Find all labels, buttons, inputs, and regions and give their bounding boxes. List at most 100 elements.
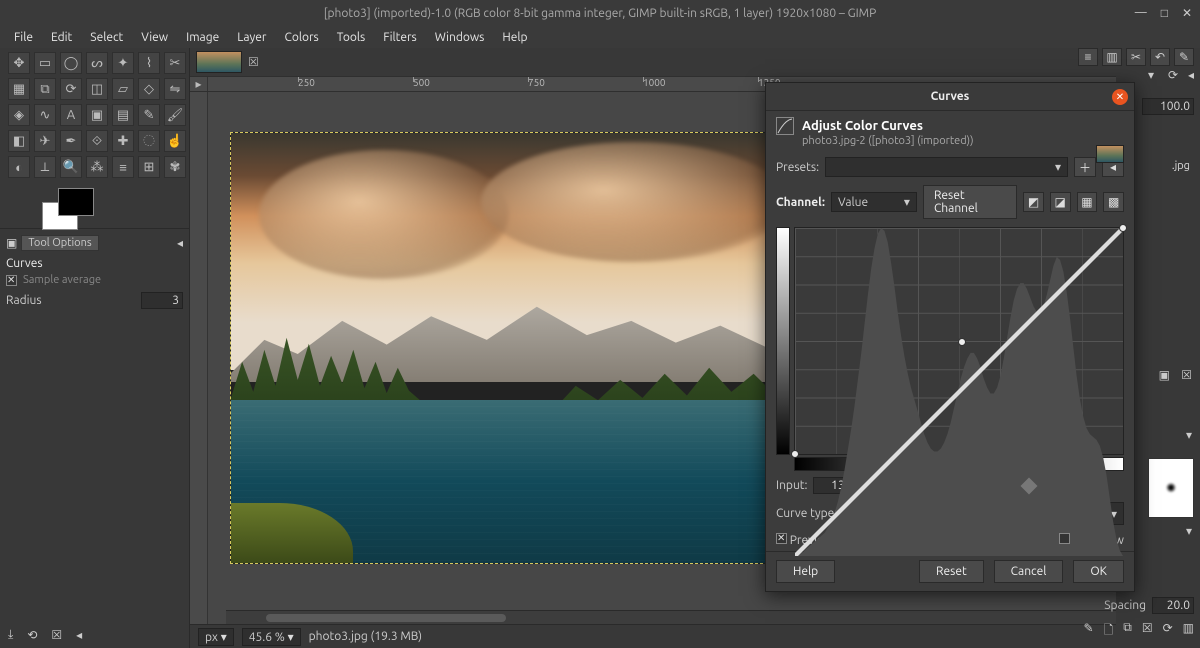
- ok-button[interactable]: OK: [1073, 560, 1124, 583]
- tool-eraser-icon[interactable]: ◧: [8, 130, 30, 152]
- tool-text-icon[interactable]: A: [60, 104, 82, 126]
- linear-hist-icon[interactable]: ◩: [1023, 192, 1044, 212]
- chevron-down-icon[interactable]: ▾: [1148, 68, 1154, 82]
- tool-mypaint-icon[interactable]: ✾: [164, 156, 186, 178]
- tool-foreground-icon[interactable]: ▦: [8, 78, 30, 100]
- tool-ellipse-select-icon[interactable]: ◯: [60, 52, 82, 74]
- curve-point-mid[interactable]: [958, 338, 966, 346]
- tool-move-icon[interactable]: ✥: [8, 52, 30, 74]
- presets-select[interactable]: ▾: [825, 157, 1068, 177]
- menu-image[interactable]: Image: [178, 29, 227, 46]
- tool-scissors-icon[interactable]: ✂: [164, 52, 186, 74]
- sample-average-checkbox[interactable]: [6, 275, 17, 286]
- tool-smudge-icon[interactable]: ☝: [164, 130, 186, 152]
- tool-paintbrush-icon[interactable]: 🖌: [164, 104, 186, 126]
- ruler-vertical[interactable]: [190, 92, 208, 624]
- menu-file[interactable]: File: [6, 29, 41, 46]
- save-options-icon[interactable]: ⤓: [8, 628, 13, 642]
- rb-dup-icon[interactable]: ⧉: [1123, 621, 1132, 642]
- tool-colorpicker-icon[interactable]: ⁂: [86, 156, 108, 178]
- tool-lasso-icon[interactable]: ᔕ: [86, 52, 108, 74]
- rb-del-icon[interactable]: ☒: [1142, 621, 1153, 642]
- radius-input[interactable]: 3: [141, 292, 183, 309]
- curves-plot[interactable]: [794, 227, 1124, 455]
- tool-airbrush-icon[interactable]: ✈: [34, 130, 56, 152]
- tool-path-icon[interactable]: ⌇: [138, 52, 160, 74]
- preset-add-icon[interactable]: ＋: [1074, 157, 1096, 177]
- tool-shear-icon[interactable]: ▱: [112, 78, 134, 100]
- hist-b-icon[interactable]: ▩: [1103, 192, 1124, 212]
- tool-blur-icon[interactable]: ◌: [138, 130, 160, 152]
- reset-channel-button[interactable]: Reset Channel: [923, 185, 1017, 219]
- tool-gradient-icon[interactable]: ▤: [112, 104, 134, 126]
- tool-fuzzy-select-icon[interactable]: ✦: [112, 52, 134, 74]
- curve-point-end[interactable]: [1119, 224, 1127, 232]
- tool-cage-icon[interactable]: ◈: [8, 104, 30, 126]
- reset-button[interactable]: Reset: [919, 560, 984, 583]
- fg-color-icon[interactable]: [58, 188, 94, 216]
- right-value-input[interactable]: 100.0: [1142, 98, 1194, 115]
- right-chevron-icon[interactable]: ▾: [1186, 428, 1192, 442]
- rb-new-icon[interactable]: 🗋: [1104, 621, 1114, 642]
- menu-colors[interactable]: Colors: [276, 29, 326, 46]
- menu-select[interactable]: Select: [82, 29, 131, 46]
- hist-a-icon[interactable]: ▦: [1077, 192, 1098, 212]
- window-maximize-icon[interactable]: □: [1161, 6, 1168, 20]
- unit-select[interactable]: px ▾: [198, 628, 234, 646]
- curve-line[interactable]: [795, 228, 1123, 556]
- menu-view[interactable]: View: [133, 29, 176, 46]
- image-tab-thumb[interactable]: [196, 51, 242, 73]
- rb-edit-icon[interactable]: ✎: [1084, 621, 1094, 642]
- right-tab-2-icon[interactable]: ▥: [1102, 48, 1122, 66]
- refresh-icon[interactable]: ⟳: [1168, 68, 1178, 82]
- log-hist-icon[interactable]: ◪: [1050, 192, 1071, 212]
- tool-crop-icon[interactable]: ⧉: [34, 78, 56, 100]
- tool-heal-icon[interactable]: ✚: [112, 130, 134, 152]
- help-button[interactable]: Help: [776, 560, 835, 583]
- reset-options-icon[interactable]: ◂: [76, 628, 82, 642]
- tool-rotate-icon[interactable]: ⟳: [60, 78, 82, 100]
- right-tab-1-icon[interactable]: ≡: [1078, 48, 1098, 66]
- right-close-icon[interactable]: ☒: [1181, 368, 1192, 382]
- curve-point-start[interactable]: [791, 450, 799, 458]
- scrollbar-horizontal[interactable]: [226, 610, 1116, 624]
- delete-options-icon[interactable]: ☒: [51, 628, 62, 642]
- configure-tab-icon[interactable]: ◂: [177, 236, 183, 250]
- window-minimize-icon[interactable]: —: [1135, 6, 1147, 20]
- tool-rect-select-icon[interactable]: ▭: [34, 52, 56, 74]
- preview-checkbox[interactable]: [776, 533, 787, 544]
- rb-open-icon[interactable]: ▥: [1183, 621, 1194, 642]
- menu-filters[interactable]: Filters: [375, 29, 424, 46]
- menu-windows[interactable]: Windows: [427, 29, 493, 46]
- image-tab-close-icon[interactable]: ☒: [248, 55, 259, 69]
- color-swatch[interactable]: [40, 188, 100, 228]
- zoom-select[interactable]: 45.6 % ▾: [242, 628, 301, 646]
- restore-options-icon[interactable]: ⟲: [27, 628, 37, 642]
- right-brush-icon[interactable]: ✎: [1174, 48, 1194, 66]
- channel-select[interactable]: Value▾: [831, 192, 917, 212]
- menu-tools[interactable]: Tools: [329, 29, 374, 46]
- ruler-origin-icon[interactable]: ▸: [190, 77, 208, 91]
- tool-zoom-icon[interactable]: 🔍: [60, 156, 82, 178]
- tool-scale-icon[interactable]: ◫: [86, 78, 108, 100]
- splitview-checkbox[interactable]: [1059, 533, 1070, 544]
- right-undo-icon[interactable]: ↶: [1150, 48, 1170, 66]
- spacing-input[interactable]: 20.0: [1152, 597, 1194, 614]
- brush-preview[interactable]: ✺: [1148, 458, 1194, 518]
- rb-refresh-icon[interactable]: ⟳: [1163, 621, 1173, 642]
- curves-close-icon[interactable]: ✕: [1112, 89, 1128, 105]
- tool-dodge-icon[interactable]: ◐: [8, 156, 30, 178]
- tool-warp-icon[interactable]: ∿: [34, 104, 56, 126]
- image-view[interactable]: [230, 132, 788, 564]
- tool-clone-icon[interactable]: ⟐: [86, 130, 108, 152]
- tool-align-icon[interactable]: ≡: [112, 156, 134, 178]
- tool-perspective-icon[interactable]: ◇: [138, 78, 160, 100]
- right-tab-3-icon[interactable]: ✂: [1126, 48, 1146, 66]
- right-brush-menu-icon[interactable]: ▾: [1186, 524, 1192, 538]
- menu-icon[interactable]: ◂: [1188, 68, 1194, 82]
- tool-flip-icon[interactable]: ⇋: [164, 78, 186, 100]
- right-dock-icon[interactable]: ▣: [1159, 368, 1170, 382]
- tool-handle-icon[interactable]: ⊞: [138, 156, 160, 178]
- window-close-icon[interactable]: ✕: [1182, 6, 1192, 20]
- menu-layer[interactable]: Layer: [229, 29, 274, 46]
